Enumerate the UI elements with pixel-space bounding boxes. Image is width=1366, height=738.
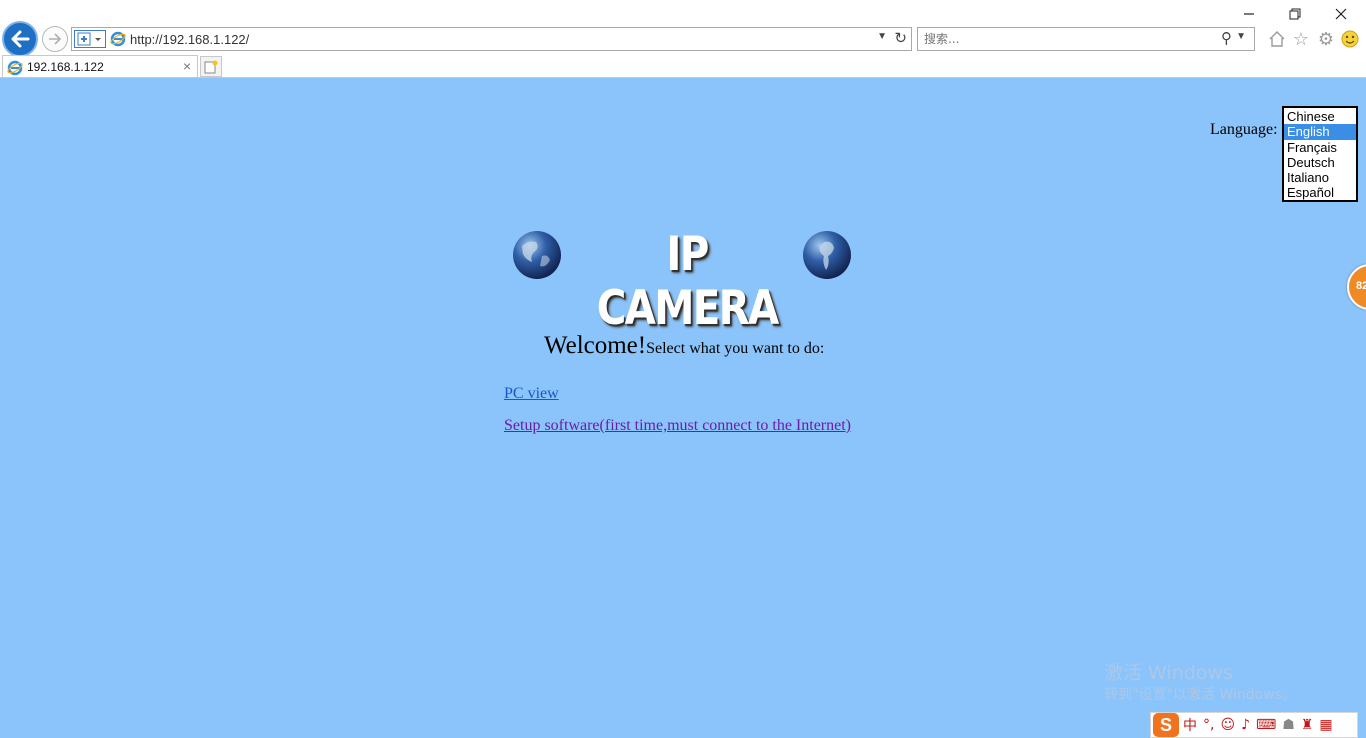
- floating-badge[interactable]: 82: [1347, 264, 1366, 310]
- welcome-subtitle: Select what you want to do:: [646, 340, 825, 357]
- language-option[interactable]: Chinese: [1284, 109, 1356, 124]
- ie-icon: [7, 60, 23, 76]
- language-option[interactable]: Español: [1284, 185, 1356, 200]
- ime-toolbar[interactable]: S 中 °, ☺ ♪ ⌨ ☗ ♜ ▦: [1150, 712, 1358, 738]
- new-tab-icon: [204, 60, 218, 73]
- search-icon[interactable]: ⚲: [1221, 29, 1232, 47]
- search-input[interactable]: [924, 31, 1204, 47]
- language-option[interactable]: English: [1284, 124, 1356, 140]
- search-dropdown-icon[interactable]: ▼: [1236, 31, 1246, 42]
- tab-title: 192.168.1.122: [27, 60, 104, 74]
- microphone-icon[interactable]: ♪: [1241, 717, 1250, 733]
- new-tab-button[interactable]: [200, 56, 222, 77]
- forward-arrow-icon: [49, 33, 62, 45]
- compat-view-button[interactable]: [74, 30, 106, 48]
- restore-icon[interactable]: [1280, 4, 1310, 24]
- badge-count: 82: [1356, 280, 1366, 292]
- sogou-logo-icon[interactable]: S: [1153, 713, 1179, 737]
- smiley-icon[interactable]: [1339, 28, 1361, 50]
- shirt-icon[interactable]: ♜: [1301, 717, 1314, 733]
- home-icon[interactable]: [1266, 28, 1288, 50]
- logo-text: IP CAMERA: [596, 227, 780, 336]
- address-dropdown-icon[interactable]: ▼: [877, 31, 887, 42]
- close-icon[interactable]: [1326, 4, 1356, 24]
- back-button[interactable]: [2, 21, 38, 57]
- language-select[interactable]: Chinese English Français Deutsch Italiano Esp…: [1282, 106, 1358, 202]
- language-option[interactable]: Italiano: [1284, 170, 1356, 185]
- tab-close-icon[interactable]: ×: [183, 58, 191, 74]
- ie-icon: [110, 31, 126, 47]
- globe-icon: [803, 231, 851, 279]
- tab-active[interactable]: 192.168.1.122 ×: [2, 55, 198, 78]
- back-arrow-icon: [11, 30, 30, 48]
- forward-button[interactable]: [42, 26, 68, 52]
- compat-view-icon: [77, 32, 101, 46]
- activation-watermark-text: 转到"设置"以激活 Windows。: [1104, 687, 1296, 703]
- welcome-title: Welcome!: [544, 332, 647, 359]
- star-icon[interactable]: ☆: [1290, 28, 1312, 50]
- emoji-icon[interactable]: ☺: [1220, 717, 1235, 733]
- page-content: Language: Chinese English Français Deutsch I…: [0, 78, 1366, 738]
- keyboard-icon[interactable]: ⌨: [1256, 717, 1276, 733]
- welcome-message: Welcome!Select what you want to do:: [544, 332, 824, 360]
- minimize-icon[interactable]: [1234, 4, 1264, 24]
- refresh-icon[interactable]: ↻: [894, 29, 907, 47]
- activation-watermark-title: 激活 Windows: [1104, 662, 1233, 684]
- language-option[interactable]: Français: [1284, 140, 1356, 155]
- ime-punctuation[interactable]: °,: [1203, 717, 1214, 733]
- globe-icon: [513, 231, 561, 279]
- language-option[interactable]: Deutsch: [1284, 155, 1356, 170]
- grid-icon[interactable]: ▦: [1319, 717, 1332, 733]
- language-label: Language:: [1210, 121, 1278, 138]
- search-box[interactable]: ⚲ ▼: [917, 27, 1255, 51]
- gear-icon[interactable]: ⚙: [1315, 28, 1337, 50]
- url-text[interactable]: http://192.168.1.122/: [130, 32, 249, 47]
- user-icon[interactable]: ☗: [1282, 717, 1295, 733]
- ime-mode[interactable]: 中: [1183, 715, 1197, 735]
- address-bar[interactable]: http://192.168.1.122/ ▼ ↻: [71, 27, 912, 51]
- browser-chrome: http://192.168.1.122/ ▼ ↻ ⚲ ▼ ☆ ⚙ 192.16…: [0, 0, 1366, 78]
- pc-view-link[interactable]: PC view: [504, 385, 559, 403]
- setup-software-link[interactable]: Setup software(first time,must connect t…: [504, 417, 851, 435]
- ip-camera-logo: IP CAMERA: [512, 226, 854, 336]
